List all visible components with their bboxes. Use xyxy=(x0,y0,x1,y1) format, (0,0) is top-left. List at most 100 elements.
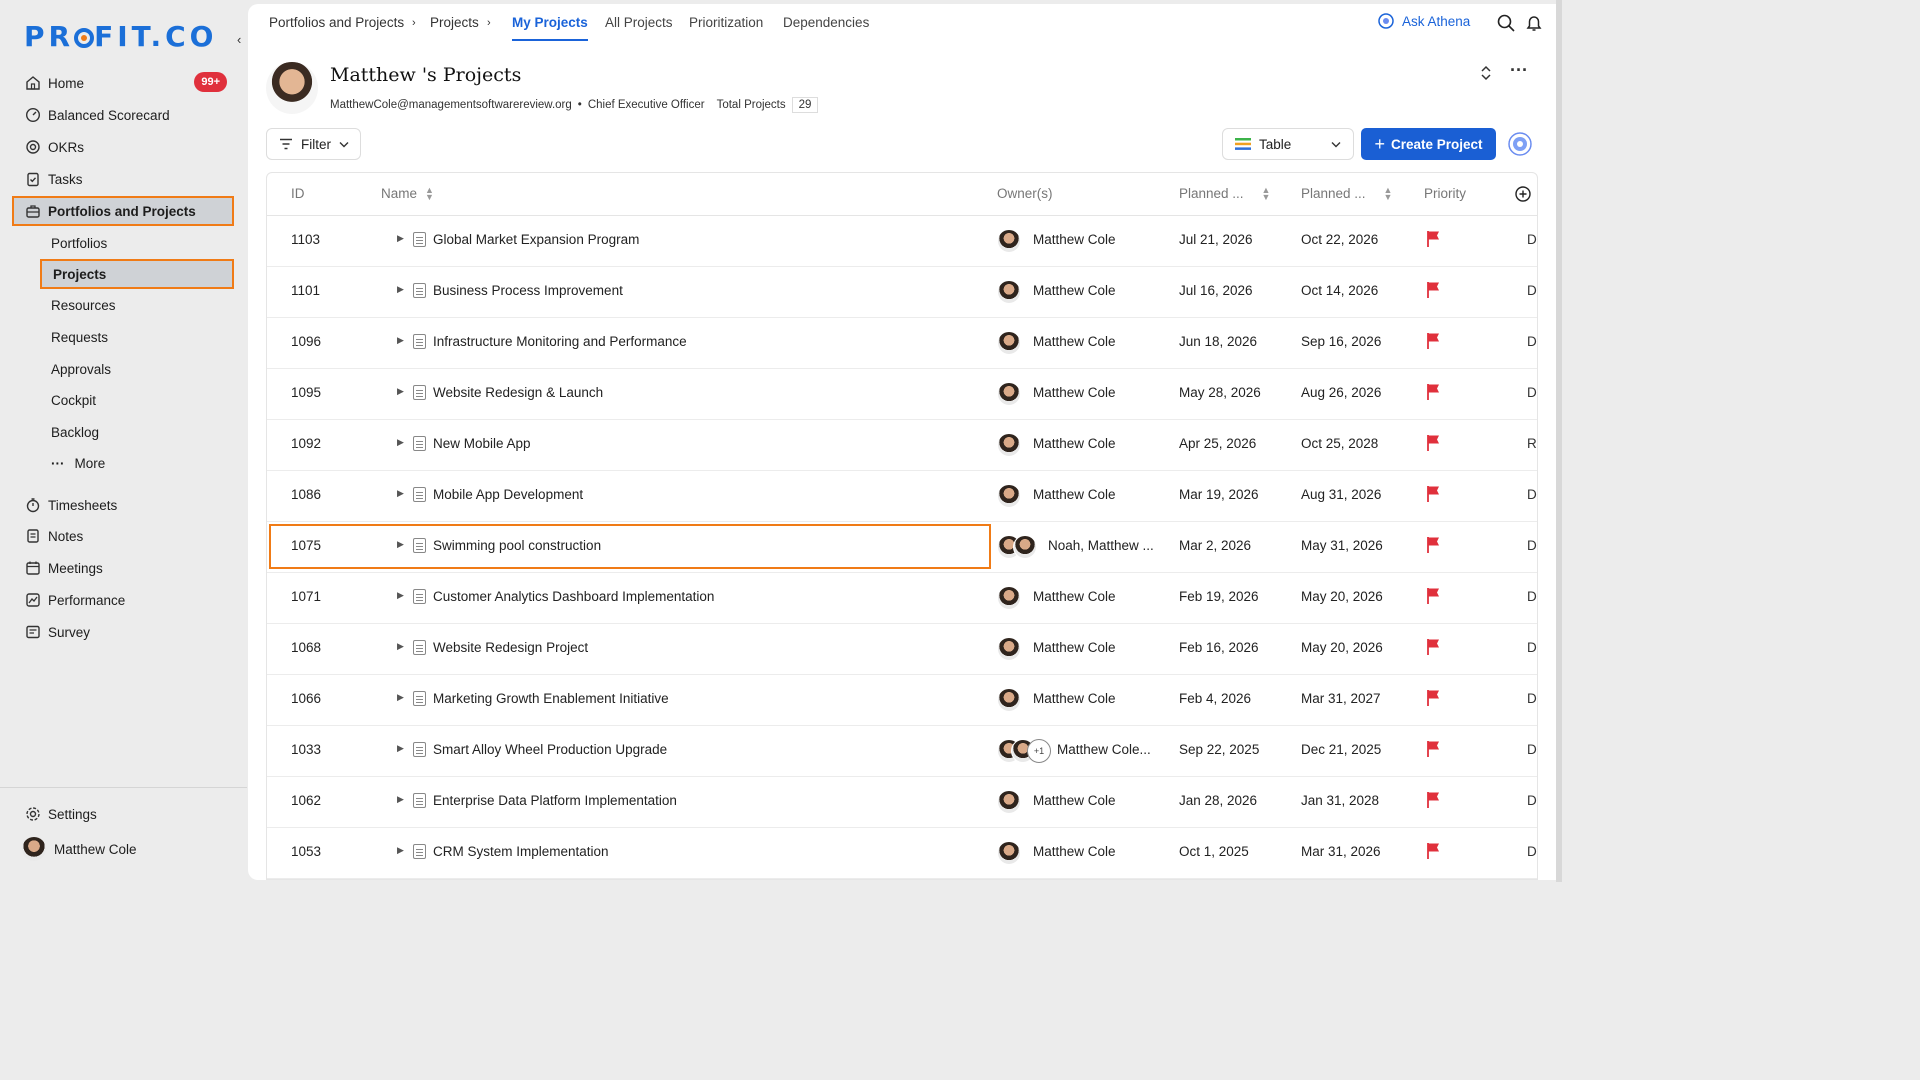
project-name-link[interactable]: Website Redesign & Launch xyxy=(433,385,603,400)
page-scrollbar[interactable] xyxy=(1556,0,1562,882)
sidebar-item-more[interactable]: ··· More xyxy=(40,448,234,478)
priority-flag-icon[interactable] xyxy=(1426,536,1442,554)
expand-row-icon[interactable]: ▶ xyxy=(397,743,404,754)
table-row[interactable]: 1096 ▶ Infrastructure Monitoring and Per… xyxy=(267,318,1537,369)
priority-flag-icon[interactable] xyxy=(1426,434,1442,452)
column-header-owners[interactable]: Owner(s) xyxy=(997,186,1053,201)
sidebar-item-notes[interactable]: Notes xyxy=(14,521,234,551)
table-row[interactable]: 1033 ▶ Smart Alloy Wheel Production Upgr… xyxy=(267,726,1537,777)
sidebar-item-survey[interactable]: Survey xyxy=(14,617,234,647)
sidebar-item-timesheets[interactable]: Timesheets xyxy=(14,490,234,520)
project-name-link[interactable]: Smart Alloy Wheel Production Upgrade xyxy=(433,742,667,757)
tab-prioritization[interactable]: Prioritization xyxy=(689,15,763,30)
ask-athena-button[interactable]: Ask Athena xyxy=(1378,13,1470,29)
table-row[interactable]: 1068 ▶ Website Redesign Project Matthew … xyxy=(267,624,1537,675)
create-project-button[interactable]: + Create Project xyxy=(1361,128,1496,160)
priority-flag-icon[interactable] xyxy=(1426,587,1442,605)
sidebar-item-portfolios[interactable]: Portfolios xyxy=(40,228,234,258)
priority-flag-icon[interactable] xyxy=(1426,842,1442,860)
table-row[interactable]: 1086 ▶ Mobile App Development Matthew Co… xyxy=(267,471,1537,522)
project-id: 1053 xyxy=(291,844,322,859)
sidebar-item-approvals[interactable]: Approvals xyxy=(40,354,234,384)
sidebar-item-tasks[interactable]: Tasks xyxy=(14,164,234,194)
table-row[interactable]: 1053 ▶ CRM System Implementation Matthew… xyxy=(267,828,1537,879)
project-name-link[interactable]: Website Redesign Project xyxy=(433,640,588,655)
expand-row-icon[interactable]: ▶ xyxy=(397,692,404,703)
sidebar-user-profile[interactable]: Matthew Cole xyxy=(14,834,234,864)
expand-row-icon[interactable]: ▶ xyxy=(397,284,404,295)
table-row[interactable]: 1092 ▶ New Mobile App Matthew Cole Apr 2… xyxy=(267,420,1537,471)
expand-row-icon[interactable]: ▶ xyxy=(397,794,404,805)
priority-flag-icon[interactable] xyxy=(1426,740,1442,758)
breadcrumb-portfolios-and-projects[interactable]: Portfolios and Projects xyxy=(269,15,404,30)
priority-flag-icon[interactable] xyxy=(1426,638,1442,656)
expand-row-icon[interactable]: ▶ xyxy=(397,641,404,652)
sidebar-item-balanced-scorecard[interactable]: Balanced Scorecard xyxy=(14,100,234,130)
tab-dependencies[interactable]: Dependencies xyxy=(783,15,869,30)
planned-end-date: Jan 31, 2028 xyxy=(1301,793,1380,808)
project-name-link[interactable]: Business Process Improvement xyxy=(433,283,623,298)
project-name-link[interactable]: Infrastructure Monitoring and Performanc… xyxy=(433,334,687,349)
table-row[interactable]: 1062 ▶ Enterprise Data Platform Implemen… xyxy=(267,777,1537,828)
expand-row-icon[interactable]: ▶ xyxy=(397,386,404,397)
column-header-id[interactable]: ID xyxy=(291,186,305,201)
sidebar-item-backlog[interactable]: Backlog xyxy=(40,417,234,447)
table-row[interactable]: 1095 ▶ Website Redesign & Launch Matthew… xyxy=(267,369,1537,420)
project-name-link[interactable]: Marketing Growth Enablement Initiative xyxy=(433,691,669,706)
priority-flag-icon[interactable] xyxy=(1426,230,1442,248)
filter-button[interactable]: Filter xyxy=(266,128,361,160)
expand-row-icon[interactable]: ▶ xyxy=(397,590,404,601)
project-name-link[interactable]: Mobile App Development xyxy=(433,487,583,502)
project-name-link[interactable]: CRM System Implementation xyxy=(433,844,609,859)
column-header-planned-start[interactable]: Planned ... ▲ ▼ xyxy=(1179,185,1270,201)
project-name-link[interactable]: New Mobile App xyxy=(433,436,531,451)
column-header-name[interactable]: Name ▲ ▼ xyxy=(381,185,434,201)
table-row[interactable]: 1066 ▶ Marketing Growth Enablement Initi… xyxy=(267,675,1537,726)
table-row[interactable]: 1103 ▶ Global Market Expansion Program M… xyxy=(267,216,1537,267)
more-options-icon[interactable]: ··· xyxy=(1510,60,1528,81)
priority-flag-icon[interactable] xyxy=(1426,383,1442,401)
expand-row-icon[interactable]: ▶ xyxy=(397,437,404,448)
priority-flag-icon[interactable] xyxy=(1426,689,1442,707)
table-row[interactable]: 1071 ▶ Customer Analytics Dashboard Impl… xyxy=(267,573,1537,624)
search-icon[interactable] xyxy=(1496,13,1516,33)
expand-row-icon[interactable]: ▶ xyxy=(397,233,404,244)
sidebar-item-label: Home xyxy=(48,75,85,91)
project-name-link[interactable]: Swimming pool construction xyxy=(433,538,601,553)
sidebar-item-okrs[interactable]: OKRs xyxy=(14,132,234,162)
sidebar-item-home[interactable]: Home 99+ xyxy=(14,68,234,98)
priority-flag-icon[interactable] xyxy=(1426,281,1442,299)
tab-all-projects[interactable]: All Projects xyxy=(605,15,673,30)
add-column-icon[interactable] xyxy=(1515,186,1531,202)
expand-collapse-icon[interactable] xyxy=(1478,64,1494,82)
sidebar-item-cockpit[interactable]: Cockpit xyxy=(40,385,234,415)
sidebar-item-portfolios-and-projects[interactable]: Portfolios and Projects xyxy=(12,196,234,226)
breadcrumb-projects[interactable]: Projects xyxy=(430,15,479,30)
project-name-link[interactable]: Customer Analytics Dashboard Implementat… xyxy=(433,589,714,604)
priority-flag-icon[interactable] xyxy=(1426,485,1442,503)
expand-row-icon[interactable]: ▶ xyxy=(397,845,404,856)
column-header-planned-end[interactable]: Planned ... ▲ ▼ xyxy=(1301,185,1392,201)
priority-flag-icon[interactable] xyxy=(1426,332,1442,350)
sidebar-item-settings[interactable]: Settings xyxy=(14,799,234,829)
expand-row-icon[interactable]: ▶ xyxy=(397,335,404,346)
expand-row-icon[interactable]: ▶ xyxy=(397,539,404,550)
sidebar-item-resources[interactable]: Resources xyxy=(40,290,234,320)
priority-flag-icon[interactable] xyxy=(1426,791,1442,809)
sidebar-item-projects[interactable]: Projects xyxy=(40,259,234,289)
table-row[interactable]: 1101 ▶ Business Process Improvement Matt… xyxy=(267,267,1537,318)
column-header-priority[interactable]: Priority xyxy=(1424,186,1466,201)
ai-assistant-icon[interactable] xyxy=(1508,132,1532,156)
sidebar-item-meetings[interactable]: Meetings xyxy=(14,553,234,583)
table-row[interactable]: 1075 ▶ Swimming pool construction Noah, … xyxy=(267,522,1537,573)
sidebar-item-label: Tasks xyxy=(48,171,83,187)
sidebar-item-performance[interactable]: Performance xyxy=(14,585,234,615)
expand-row-icon[interactable]: ▶ xyxy=(397,488,404,499)
view-type-select[interactable]: Table xyxy=(1222,128,1354,160)
tab-my-projects[interactable]: My Projects xyxy=(512,15,588,41)
project-name-link[interactable]: Enterprise Data Platform Implementation xyxy=(433,793,677,808)
sidebar-item-requests[interactable]: Requests xyxy=(40,322,234,352)
project-name-link[interactable]: Global Market Expansion Program xyxy=(433,232,639,247)
bell-icon[interactable] xyxy=(1524,13,1544,33)
profitco-logo[interactable]: PR FIT.CO xyxy=(24,20,217,53)
